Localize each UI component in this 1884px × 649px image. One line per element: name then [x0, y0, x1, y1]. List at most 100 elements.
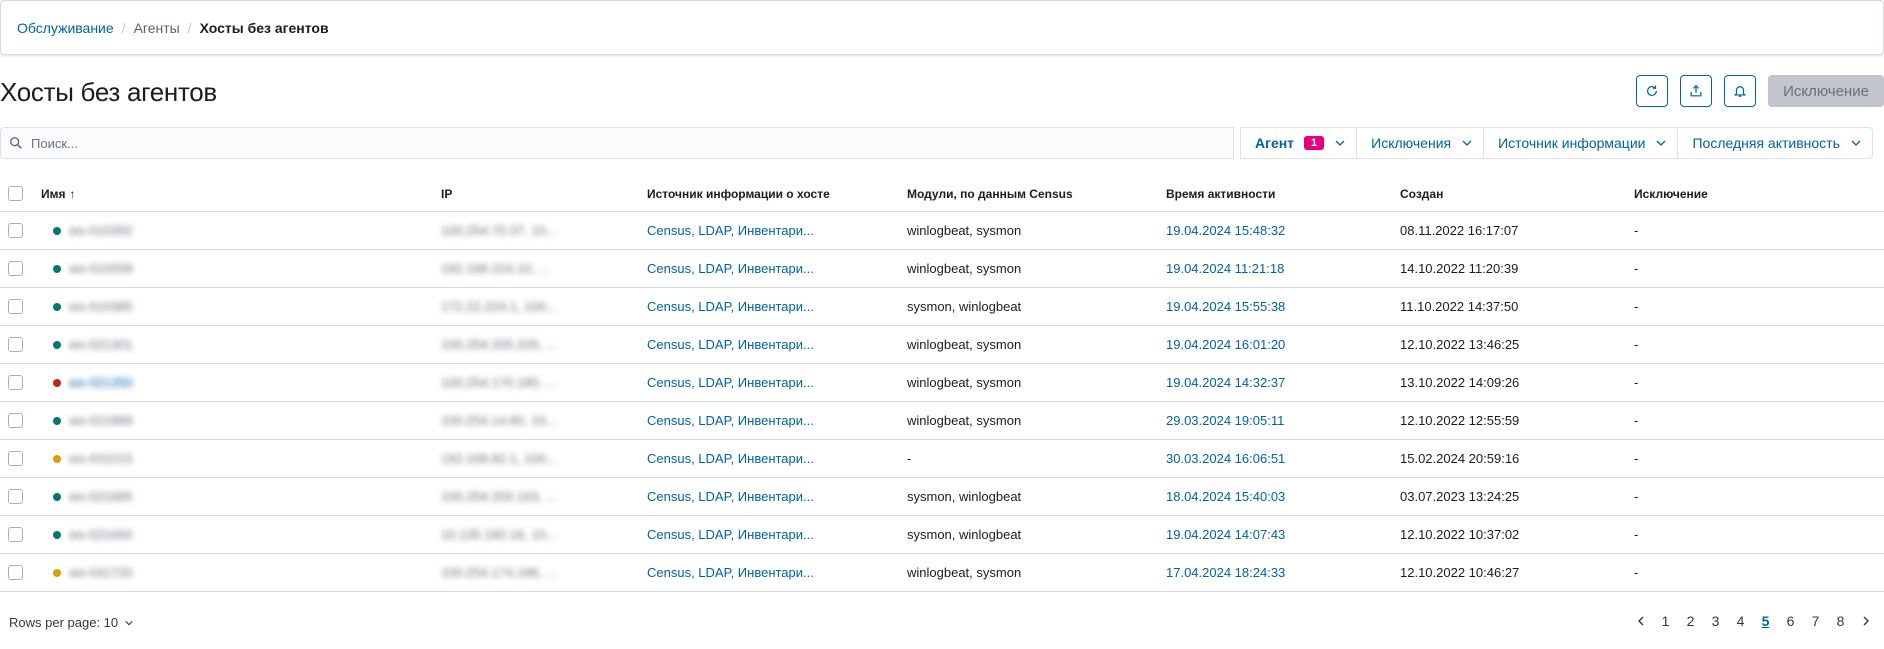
host-name-link[interactable]: ws-031015 [69, 451, 133, 466]
exclusion-cell: - [1634, 477, 1884, 516]
host-name-link[interactable]: ws-021301 [69, 337, 133, 352]
table-row[interactable]: ws-031015 192.168.82.1, 100... Census, LDA… [0, 439, 1884, 478]
page-button[interactable]: 8 [1828, 613, 1853, 629]
source-link[interactable]: Census, LDAP, Инвентари... [647, 451, 814, 466]
activity-time-link[interactable]: 29.03.2024 19:05:11 [1166, 413, 1284, 428]
filter-agent[interactable]: Агент 1 [1241, 128, 1358, 158]
refresh-button[interactable] [1636, 75, 1668, 107]
source-link[interactable]: Census, LDAP, Инвентари... [647, 337, 814, 352]
host-name-link[interactable]: ws-041720 [69, 565, 133, 580]
filter-info-source[interactable]: Источник информации [1484, 128, 1679, 158]
column-header-created[interactable]: Создан [1400, 177, 1634, 212]
column-header-name[interactable]: Имя ↑ [41, 177, 441, 212]
source-link[interactable]: Census, LDAP, Инвентари... [647, 299, 814, 314]
activity-time-cell: 18.04.2024 15:40:03 [1166, 477, 1400, 516]
ip-cell: 100.254.170.180, ... [441, 363, 647, 402]
column-header-source[interactable]: Источник информации о хосте [647, 177, 907, 212]
previous-page-button[interactable] [1628, 615, 1653, 627]
activity-time-link[interactable]: 19.04.2024 15:55:38 [1166, 299, 1285, 314]
modules-cell: winlogbeat, sysmon [907, 553, 1166, 592]
source-link[interactable]: Census, LDAP, Инвентари... [647, 261, 814, 276]
table-row[interactable]: ws-021350 100.254.170.180, ... Census, LDA… [0, 363, 1884, 402]
source-link[interactable]: Census, LDAP, Инвентари... [647, 489, 814, 504]
next-page-button[interactable] [1853, 615, 1878, 627]
activity-time-link[interactable]: 19.04.2024 16:01:20 [1166, 337, 1285, 352]
row-checkbox[interactable] [8, 565, 23, 581]
search-field[interactable] [0, 127, 1234, 159]
source-link[interactable]: Census, LDAP, Инвентари... [647, 413, 814, 428]
filter-exclusions[interactable]: Исключения [1357, 128, 1485, 158]
source-cell: Census, LDAP, Инвентари... [647, 553, 907, 592]
row-checkbox[interactable] [8, 337, 23, 353]
column-header-modules[interactable]: Модули, по данным Census [907, 177, 1166, 212]
activity-time-link[interactable]: 17.04.2024 18:24:33 [1166, 565, 1285, 580]
source-link[interactable]: Census, LDAP, Инвентари... [647, 375, 814, 390]
row-checkbox[interactable] [8, 375, 23, 391]
row-checkbox[interactable] [8, 451, 23, 467]
host-name-link[interactable]: ws-010392 [69, 223, 133, 238]
host-name-link[interactable]: ws-021889 [69, 413, 133, 428]
row-checkbox[interactable] [8, 527, 23, 543]
host-name-link[interactable]: ws-010558 [69, 261, 133, 276]
page-button[interactable]: 5 [1753, 613, 1778, 629]
breadcrumb-separator: / [121, 19, 126, 36]
activity-time-link[interactable]: 30.03.2024 16:06:51 [1166, 451, 1285, 466]
table-row[interactable]: ws-010392 100.254.70.37, 10... Census, LDA… [0, 211, 1884, 250]
table-row[interactable]: ws-021301 100.254.205.205, ... Census, LDA… [0, 325, 1884, 364]
row-checkbox[interactable] [8, 261, 23, 277]
ip-value: 172.22.224.1, 100... [441, 299, 557, 315]
table-row[interactable]: ws-010558 192.168.224.10, ... Census, LDAP… [0, 249, 1884, 288]
modules-cell: winlogbeat, sysmon [907, 249, 1166, 288]
table-row[interactable]: ws-010380 172.22.224.1, 100... Census, LDA… [0, 287, 1884, 326]
exclusion-cell: - [1634, 249, 1884, 288]
row-checkbox[interactable] [8, 413, 23, 429]
page-title: Хосты без агентов [0, 77, 217, 107]
column-header-activity-time[interactable]: Время активности [1166, 177, 1400, 212]
search-input[interactable] [31, 135, 1133, 151]
source-link[interactable]: Census, LDAP, Инвентари... [647, 223, 814, 238]
row-select-cell [0, 553, 41, 592]
page-button[interactable]: 1 [1653, 613, 1678, 629]
select-all-checkbox[interactable] [8, 186, 23, 202]
pagination: 12345678 [1628, 613, 1878, 629]
sort-ascending-icon: ↑ [69, 186, 76, 201]
page-button[interactable]: 4 [1728, 613, 1753, 629]
created-cell: 13.10.2022 14:09:26 [1400, 363, 1634, 402]
row-checkbox[interactable] [8, 489, 23, 505]
table-row[interactable]: ws-041720 100.254.174.186, ... Census, LDA… [0, 553, 1884, 592]
activity-time-link[interactable]: 19.04.2024 11:21:18 [1166, 261, 1284, 276]
host-name-link[interactable]: ws-010380 [69, 299, 133, 314]
breadcrumb-link-agents[interactable]: Агенты [134, 20, 180, 36]
exclusion-button[interactable]: Исключение [1768, 75, 1884, 107]
host-name-link[interactable]: ws-021350 [69, 375, 133, 390]
activity-time-link[interactable]: 19.04.2024 15:48:32 [1166, 223, 1285, 238]
page-button[interactable]: 7 [1803, 613, 1828, 629]
table-row[interactable]: ws-021660 10.135.180.16, 10... Census, LDA… [0, 515, 1884, 554]
source-link[interactable]: Census, LDAP, Инвентари... [647, 527, 814, 542]
page-button[interactable]: 3 [1703, 613, 1728, 629]
activity-time-link[interactable]: 18.04.2024 15:40:03 [1166, 489, 1285, 504]
host-name-cell: ws-021660 [41, 515, 441, 554]
export-button[interactable] [1680, 75, 1712, 107]
rows-per-page-select[interactable]: Rows per page: 10 [9, 615, 134, 630]
row-checkbox[interactable] [8, 223, 23, 239]
row-checkbox[interactable] [8, 299, 23, 315]
notifications-button[interactable] [1724, 75, 1756, 107]
column-header-ip[interactable]: IP [441, 177, 647, 212]
table-row[interactable]: ws-021685 100.254.255.163, ... Census, LDA… [0, 477, 1884, 516]
activity-time-link[interactable]: 19.04.2024 14:07:43 [1166, 527, 1285, 542]
column-header-exclusion[interactable]: Исключение [1634, 177, 1884, 212]
host-name-link[interactable]: ws-021685 [69, 489, 133, 504]
source-link[interactable]: Census, LDAP, Инвентари... [647, 565, 814, 580]
page-button[interactable]: 6 [1778, 613, 1803, 629]
breadcrumb-link-maintenance[interactable]: Обслуживание [17, 20, 114, 36]
host-name-link[interactable]: ws-021660 [69, 527, 133, 542]
chevron-down-icon [1657, 140, 1666, 146]
page-button[interactable]: 2 [1678, 613, 1703, 629]
exclusion-cell: - [1634, 401, 1884, 440]
filter-last-activity[interactable]: Последняя активность [1678, 128, 1871, 158]
activity-time-link[interactable]: 19.04.2024 14:32:37 [1166, 375, 1285, 390]
table-row[interactable]: ws-021889 100.254.14.80, 10... Census, LDA… [0, 401, 1884, 440]
host-name-cell: ws-010380 [41, 287, 441, 326]
status-dot [53, 226, 61, 235]
